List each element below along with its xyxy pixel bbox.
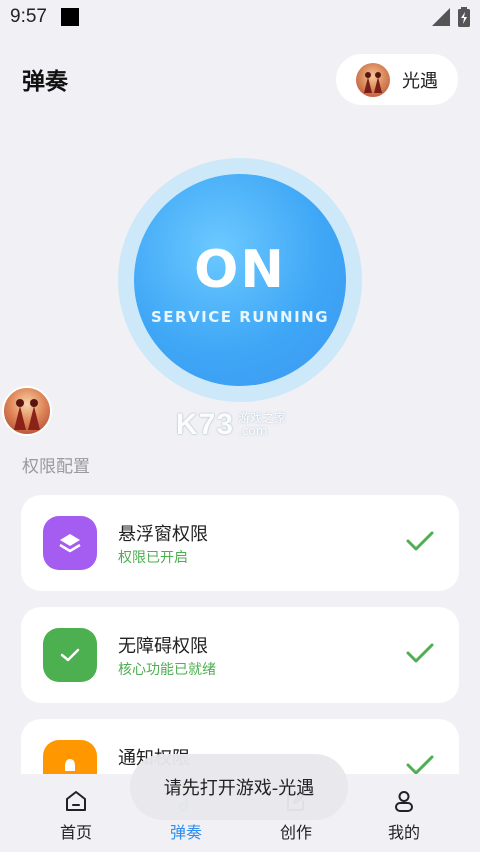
notification-square-icon [60,8,79,26]
check-icon [406,643,434,663]
home-icon [66,791,86,811]
service-subtitle: SERVICE RUNNING [150,308,330,326]
battery-icon [458,7,470,27]
nav-label: 我的 [387,823,420,842]
service-toggle-button[interactable]: ON SERVICE RUNNING [134,174,346,386]
nav-item-home[interactable]: 首页 [36,774,116,852]
page-title: 弹奏 [22,69,68,95]
nav-label: 弹奏 [169,823,202,842]
nav-label: 首页 [59,823,92,842]
watermark-text: 游戏之家 .com [238,412,286,438]
toast-message: 请先打开游戏-光遇 [130,754,348,820]
status-time: 9:57 [10,6,47,27]
watermark-logo: K73 游戏之家 .com [176,408,286,442]
permission-title: 无障碍权限 [118,636,208,657]
floating-window-avatar[interactable] [2,386,52,436]
section-label: 权限配置 [22,457,90,477]
game-selector-chip[interactable]: 光遇 [336,54,458,105]
layers-icon [43,516,97,570]
service-state: ON [194,240,286,300]
permission-title: 悬浮窗权限 [118,524,208,545]
check-icon [406,531,434,551]
permission-status: 权限已开启 [118,550,188,566]
status-bar: 9:57 [0,0,480,34]
status-icons [432,7,470,27]
signal-icon [432,8,450,26]
nav-label: 创作 [279,823,312,842]
permission-card-accessibility[interactable]: 无障碍权限 核心功能已就绪 [21,607,459,703]
person-icon [395,791,413,812]
watermark-brand: K73 [176,408,235,441]
watermark-line-1: 游戏之家 [238,411,287,425]
permission-status: 核心功能已就绪 [118,662,216,678]
check-badge-icon [43,628,97,682]
watermark-line-2: .com [238,424,268,438]
permission-card-floating-window[interactable]: 悬浮窗权限 权限已开启 [21,495,459,591]
nav-item-profile[interactable]: 我的 [364,774,444,852]
game-avatar [356,62,390,97]
game-chip-label: 光遇 [402,70,438,92]
